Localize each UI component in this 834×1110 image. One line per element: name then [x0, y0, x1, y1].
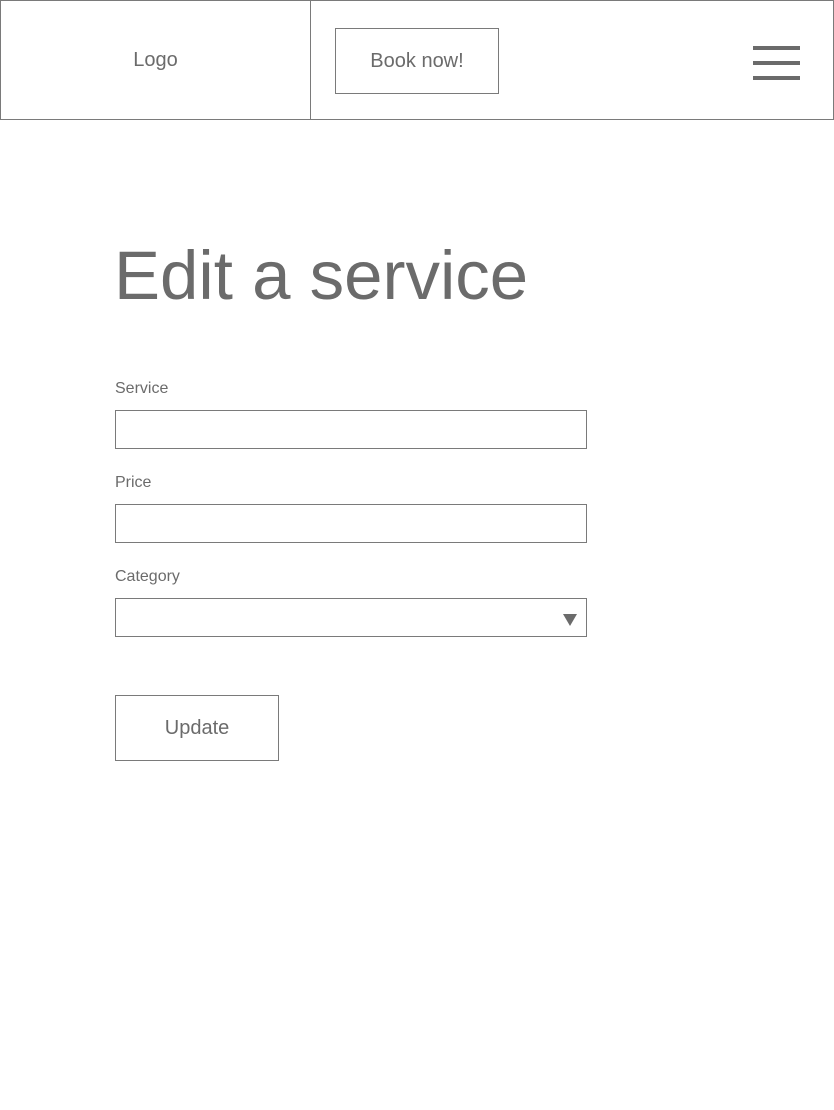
- menu-line: [753, 76, 800, 80]
- book-now-button[interactable]: Book now!: [335, 28, 499, 94]
- hamburger-menu-icon[interactable]: [753, 45, 800, 81]
- dropdown-arrow-icon: [563, 614, 577, 626]
- service-label: Service: [115, 380, 169, 397]
- price-input[interactable]: [115, 504, 587, 543]
- menu-line: [753, 61, 800, 65]
- service-input[interactable]: [115, 410, 587, 449]
- menu-line: [753, 46, 800, 50]
- update-button[interactable]: Update: [115, 695, 279, 761]
- category-label: Category: [115, 568, 180, 585]
- category-select[interactable]: [115, 598, 587, 637]
- site-header: Logo Book now!: [0, 0, 834, 120]
- price-label: Price: [115, 474, 152, 491]
- logo[interactable]: Logo: [1, 1, 311, 119]
- page-title: Edit a service: [114, 237, 529, 314]
